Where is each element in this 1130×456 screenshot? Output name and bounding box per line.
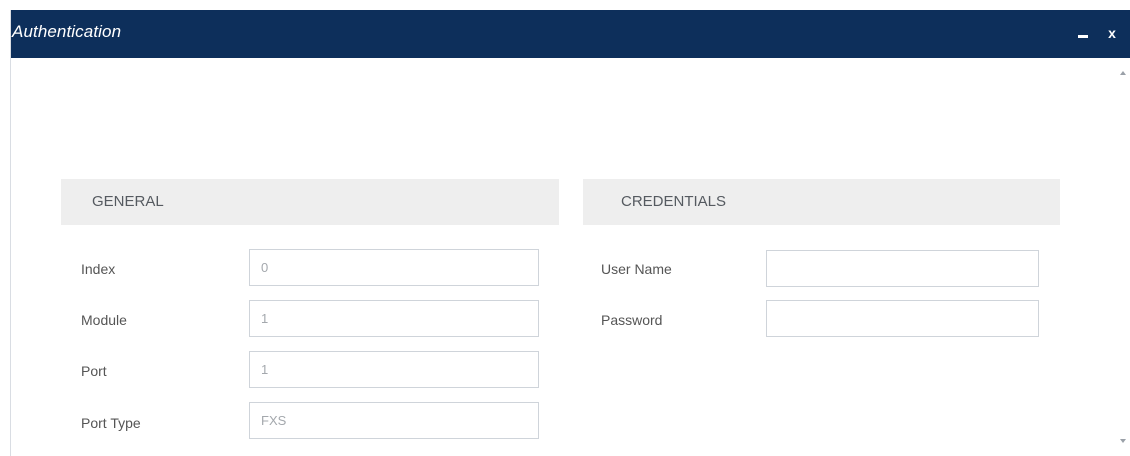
close-button[interactable]: x [1105, 22, 1119, 44]
general-section-header: GENERAL [61, 179, 559, 225]
minimize-icon [1078, 35, 1088, 38]
dialog-content: GENERAL Index 0 Module 1 Port 1 Port Typ… [11, 58, 1130, 456]
password-label: Password [601, 312, 663, 328]
vertical-scrollbar[interactable] [1115, 58, 1130, 456]
module-field: 1 [249, 300, 539, 337]
port-label: Port [81, 363, 107, 379]
module-label: Module [81, 312, 127, 328]
user-name-label: User Name [601, 261, 672, 277]
port-type-field: FXS [249, 402, 539, 439]
index-field: 0 [249, 249, 539, 286]
dialog-title: Authentication [12, 22, 122, 41]
password-input[interactable] [766, 300, 1039, 337]
scroll-down-icon[interactable] [1120, 439, 1126, 443]
port-field: 1 [249, 351, 539, 388]
user-name-input[interactable] [766, 250, 1039, 287]
minimize-button[interactable] [1076, 20, 1092, 48]
index-label: Index [81, 261, 116, 277]
credentials-section-header: CREDENTIALS [583, 179, 1060, 225]
scroll-up-icon[interactable] [1120, 71, 1126, 75]
dialog-titlebar[interactable]: Authentication x [11, 10, 1130, 58]
authentication-dialog: Authentication x GENERAL Index 0 Module … [10, 10, 1130, 456]
port-type-label: Port Type [81, 415, 141, 431]
